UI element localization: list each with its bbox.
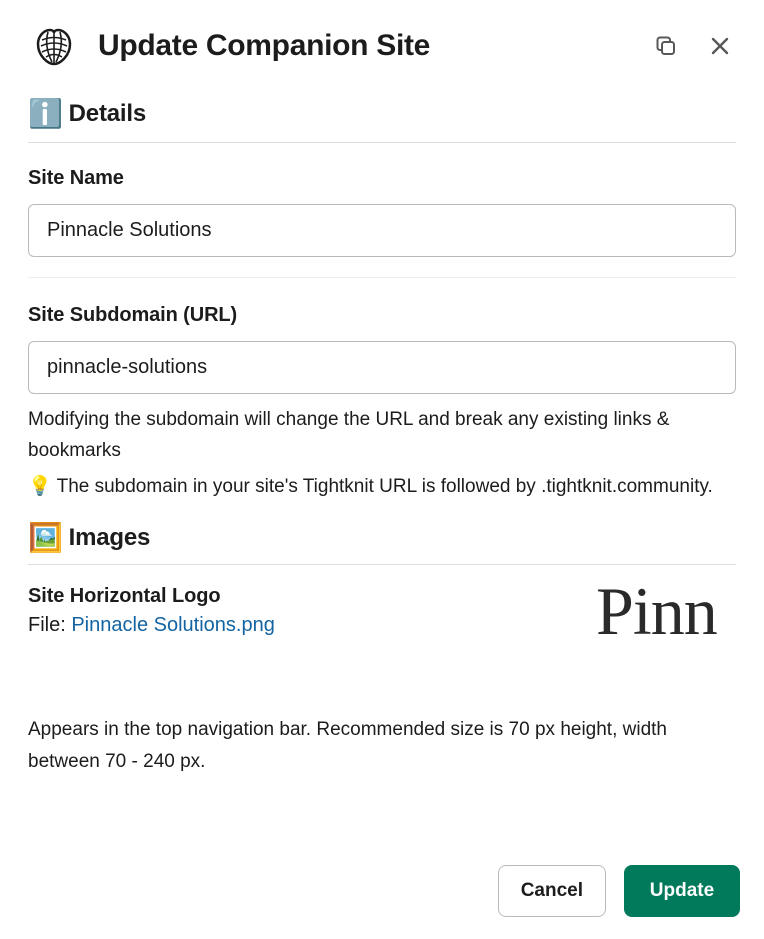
divider [28,564,736,565]
cancel-button[interactable]: Cancel [498,865,606,917]
modal-footer: Cancel Update [0,843,764,939]
app-logo-icon [28,20,80,72]
divider [28,277,736,278]
update-button[interactable]: Update [624,865,740,917]
subdomain-helper: Modifying the subdomain will change the … [28,404,736,467]
close-icon[interactable] [704,30,736,62]
site-name-label: Site Name [28,167,736,190]
file-prefix: File: [28,614,71,636]
site-name-input[interactable] [28,204,736,257]
site-name-field: Site Name [28,167,736,257]
subdomain-label: Site Subdomain (URL) [28,304,736,327]
horizontal-logo-preview: Pinn [596,581,736,642]
divider [28,142,736,143]
details-heading-text: Details [69,100,146,128]
header-actions [650,30,736,62]
subdomain-field: Site Subdomain (URL) Modifying the subdo… [28,304,736,502]
subdomain-tip: 💡 The subdomain in your site's Tightknit… [28,471,736,502]
modal-header: Update Companion Site [0,0,764,84]
horizontal-logo-info: Site Horizontal Logo File: Pinnacle Solu… [28,585,576,637]
modal-title: Update Companion Site [98,29,650,63]
images-heading: 🖼️ Images [28,524,736,552]
horizontal-logo-file: File: Pinnacle Solutions.png [28,614,576,637]
details-heading: ℹ️ Details [28,100,736,128]
images-section: 🖼️ Images Site Horizontal Logo File: Pin… [28,524,736,777]
horizontal-logo-link[interactable]: Pinnacle Solutions.png [71,614,274,636]
subdomain-input[interactable] [28,341,736,394]
info-icon: ℹ️ [28,100,63,128]
horizontal-logo-description: Appears in the top navigation bar. Recom… [28,714,736,777]
copy-icon[interactable] [650,30,682,62]
images-heading-text: Images [69,524,151,552]
horizontal-logo-label: Site Horizontal Logo [28,585,576,608]
horizontal-logo-row: Site Horizontal Logo File: Pinnacle Solu… [28,585,736,646]
picture-icon: 🖼️ [28,524,63,552]
modal-body: ℹ️ Details Site Name Site Subdomain (URL… [0,84,764,848]
